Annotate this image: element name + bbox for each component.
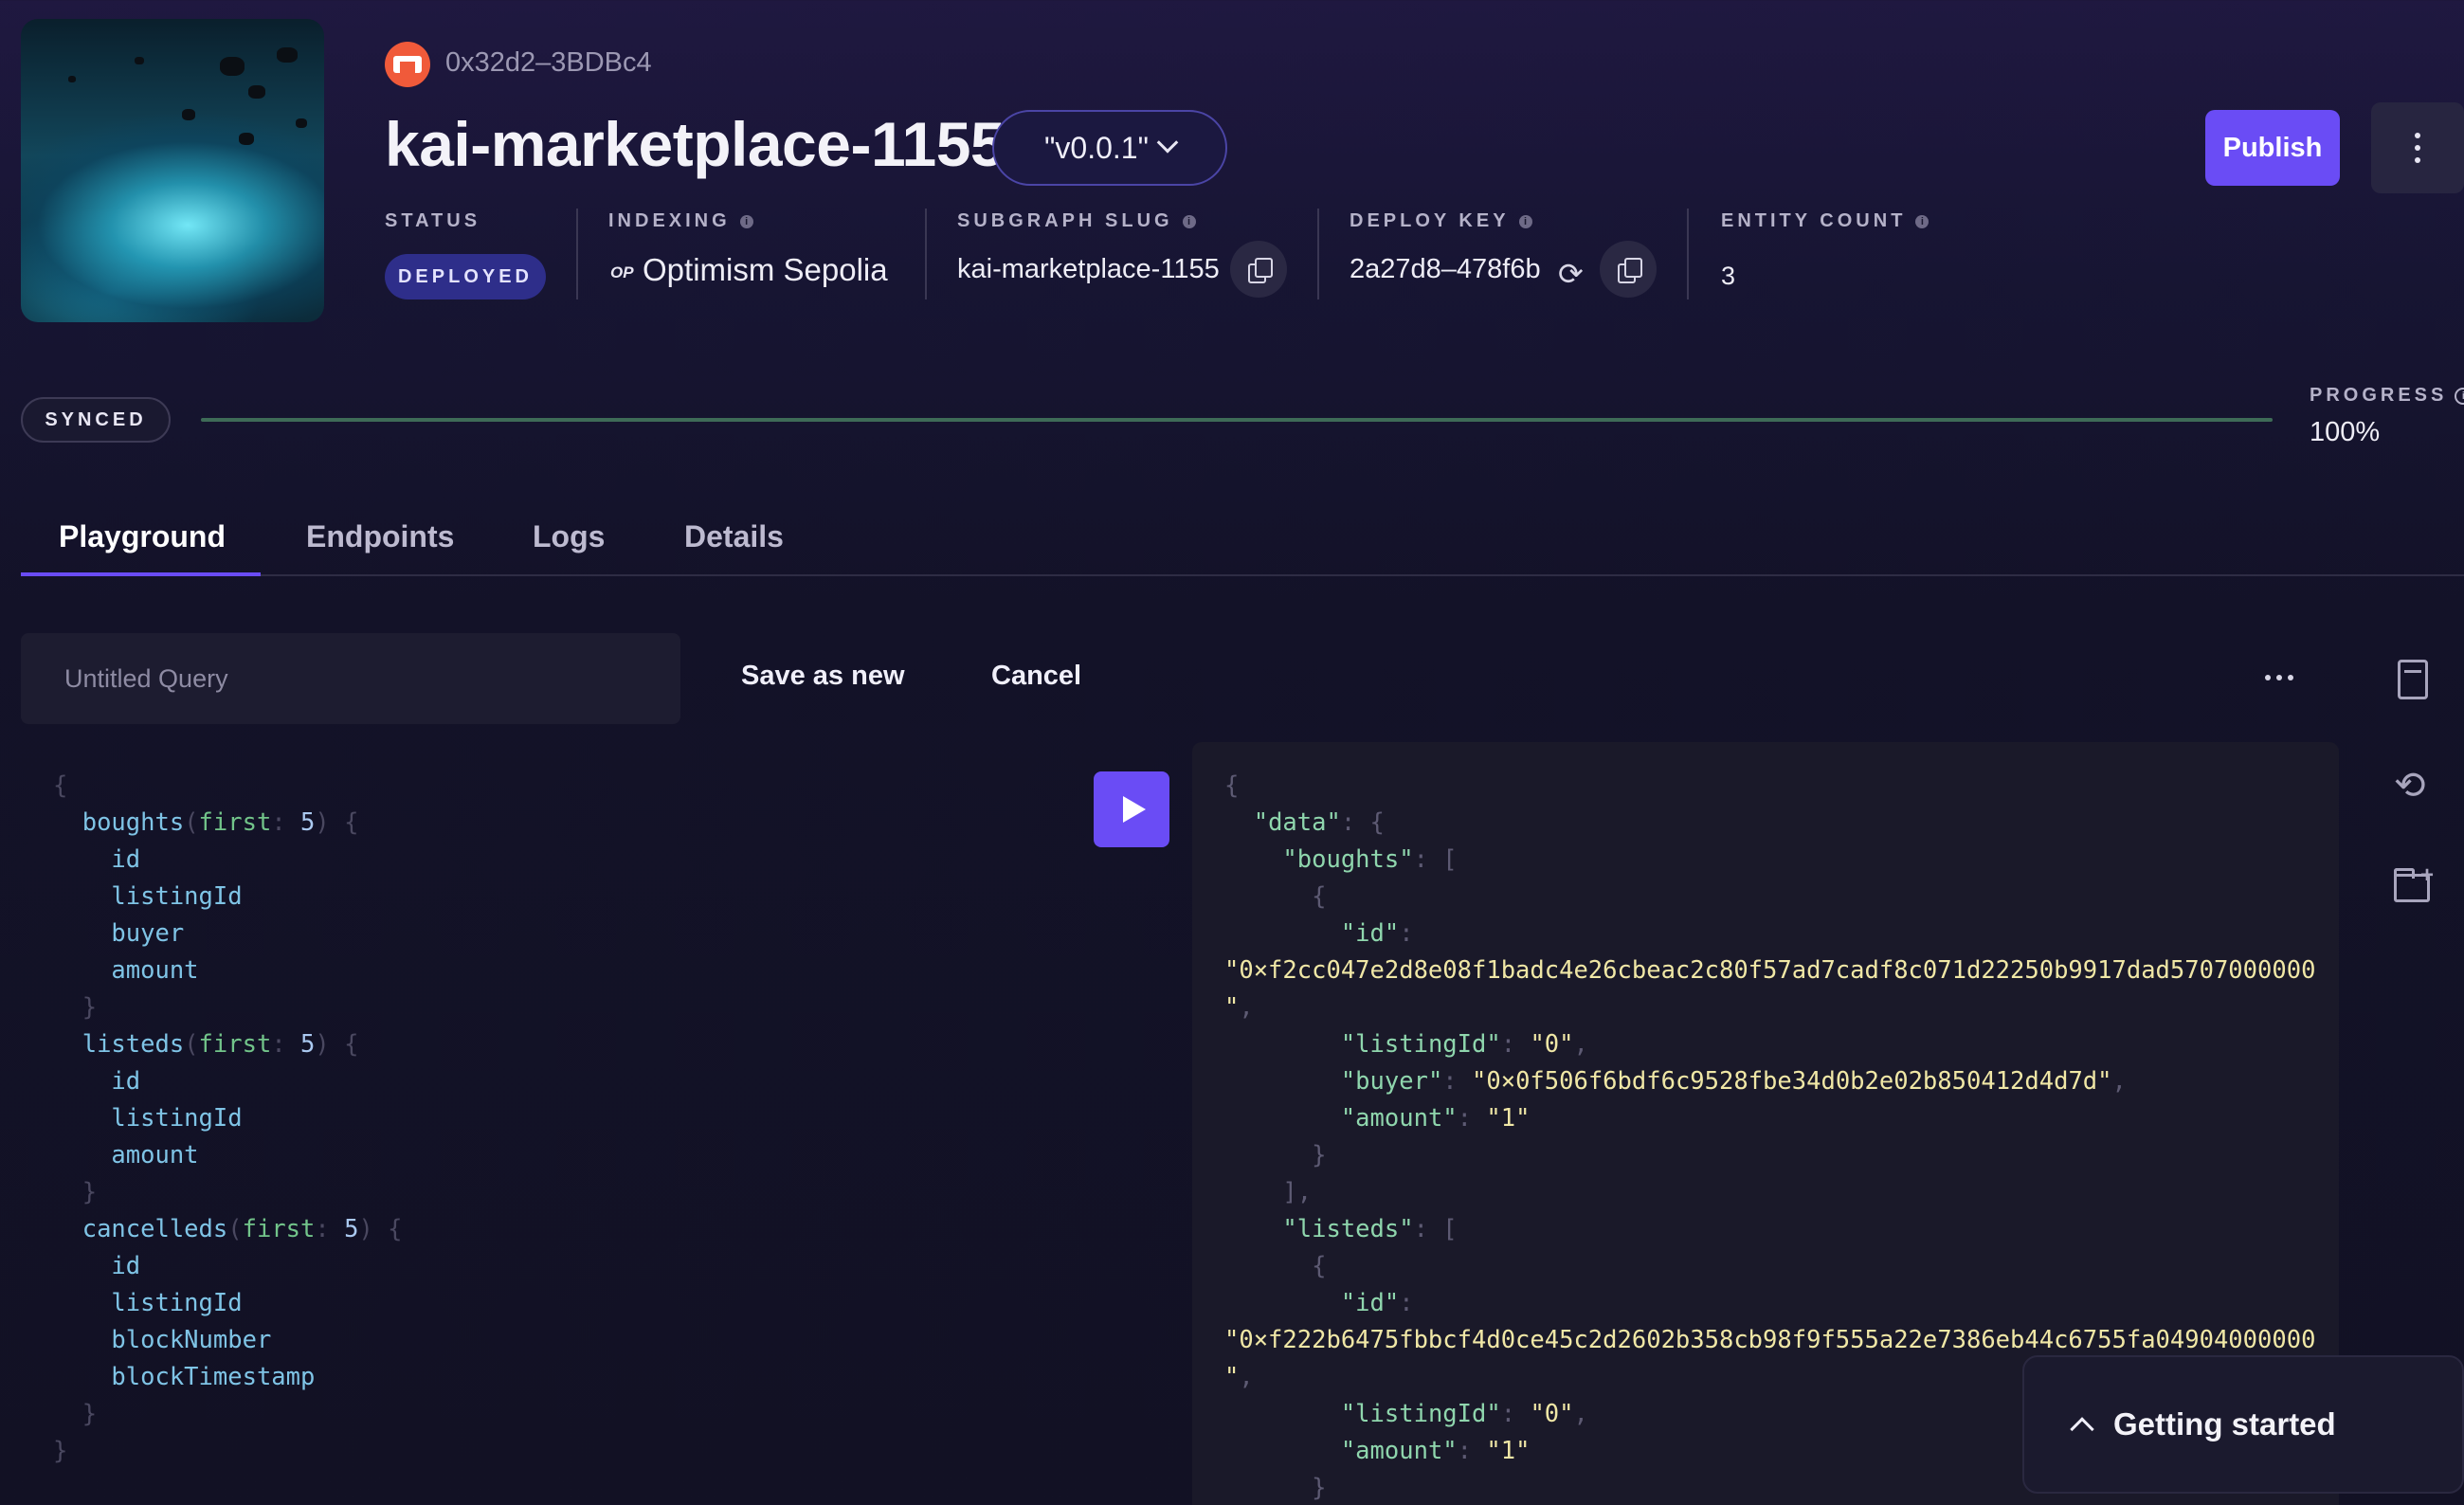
refresh-icon[interactable]: ⟳ bbox=[1558, 256, 1584, 292]
tab-endpoints[interactable]: Endpoints bbox=[306, 519, 454, 554]
chevron-down-icon bbox=[1156, 132, 1179, 154]
version-label: "v0.0.1" bbox=[1044, 130, 1149, 165]
copy-icon bbox=[1618, 258, 1642, 283]
subgraph-image bbox=[21, 19, 324, 322]
progress-bar-fill bbox=[201, 418, 2273, 422]
indexing-label: INDEXING i bbox=[608, 210, 753, 232]
copy-slug-button[interactable] bbox=[1230, 241, 1287, 298]
copy-deploy-key-button[interactable] bbox=[1600, 241, 1657, 298]
progress-bar bbox=[201, 418, 2273, 422]
document-icon[interactable] bbox=[2398, 660, 2428, 699]
page-title: kai-marketplace-1155 bbox=[385, 109, 1006, 179]
getting-started-label: Getting started bbox=[2113, 1406, 2336, 1442]
optimism-logo: OP bbox=[610, 263, 634, 281]
version-selector[interactable]: "v0.0.1" bbox=[992, 110, 1227, 186]
status-badge: DEPLOYED bbox=[385, 254, 546, 299]
slug-label: SUBGRAPH SLUG i bbox=[957, 210, 1196, 232]
deploy-key-label: DEPLOY KEY i bbox=[1350, 210, 1532, 232]
play-icon bbox=[1123, 796, 1146, 823]
active-tab-indicator bbox=[21, 572, 261, 576]
run-query-button[interactable] bbox=[1094, 771, 1169, 847]
info-icon[interactable]: i bbox=[2455, 387, 2464, 405]
divider bbox=[576, 209, 578, 299]
divider bbox=[1317, 209, 1319, 299]
progress-value: 100% bbox=[2310, 417, 2381, 447]
tab-details[interactable]: Details bbox=[684, 519, 784, 554]
deploy-key: 2a27d8–478f6b bbox=[1350, 254, 1541, 284]
entity-count: 3 bbox=[1721, 262, 1736, 290]
more-horizontal-icon[interactable] bbox=[2265, 675, 2293, 680]
getting-started-panel[interactable]: Getting started bbox=[2022, 1355, 2464, 1494]
owner-address[interactable]: 0x32d2–3BDBc4 bbox=[445, 47, 652, 79]
divider bbox=[1687, 209, 1689, 299]
copy-icon bbox=[1248, 258, 1273, 283]
info-icon[interactable]: i bbox=[1915, 214, 1930, 228]
tabs-divider bbox=[21, 574, 2464, 576]
progress-label: PROGRESS i bbox=[2310, 385, 2464, 407]
chevron-up-icon bbox=[2070, 1417, 2094, 1442]
entity-count-label: ENTITY COUNT i bbox=[1721, 210, 1930, 232]
cancel-button[interactable]: Cancel bbox=[991, 661, 1081, 692]
history-icon[interactable]: ⟲ bbox=[2394, 764, 2432, 807]
sync-status-badge: SYNCED bbox=[21, 397, 171, 443]
query-editor[interactable]: { boughts(first: 5) { id listingId buyer… bbox=[21, 768, 1073, 1505]
tab-logs[interactable]: Logs bbox=[533, 519, 605, 554]
tab-playground[interactable]: Playground bbox=[59, 519, 226, 554]
subgraph-slug: kai-marketplace-1155 bbox=[957, 254, 1220, 284]
info-icon[interactable]: i bbox=[1518, 214, 1532, 228]
network-name: Optimism Sepolia bbox=[643, 252, 888, 287]
owner-avatar-icon bbox=[385, 42, 430, 87]
query-name-input[interactable] bbox=[21, 633, 680, 724]
info-icon[interactable]: i bbox=[1182, 214, 1196, 228]
publish-button[interactable]: Publish bbox=[2205, 110, 2340, 186]
plus-icon: + bbox=[2420, 862, 2435, 888]
status-label: STATUS bbox=[385, 210, 481, 231]
more-vertical-icon[interactable] bbox=[2371, 102, 2464, 193]
info-icon[interactable]: i bbox=[739, 214, 753, 228]
divider bbox=[925, 209, 927, 299]
save-as-new-button[interactable]: Save as new bbox=[741, 661, 905, 692]
